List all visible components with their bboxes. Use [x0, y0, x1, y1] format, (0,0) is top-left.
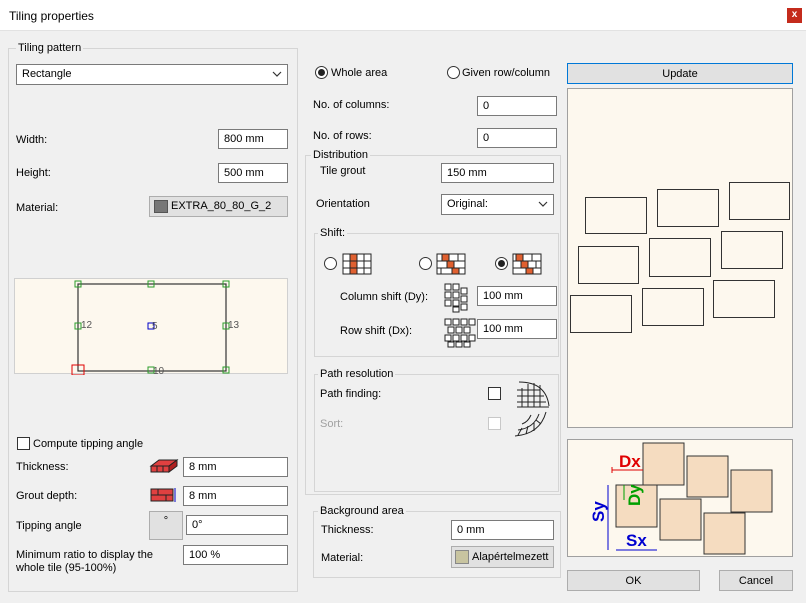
orientation-label: Orientation	[316, 198, 370, 210]
material-value: EXTRA_80_80_G_2	[171, 200, 272, 213]
tile-thickness-icon	[149, 459, 179, 473]
point-label-right: 13	[228, 320, 240, 331]
row-shift-label: Row shift (Dx):	[340, 325, 413, 337]
pattern-select-value: Rectangle	[22, 68, 72, 80]
material-swatch-icon	[154, 200, 168, 213]
thickness-label: Thickness:	[16, 461, 69, 473]
width-input[interactable]: 800 mm	[218, 129, 288, 149]
path-finding-checkbox[interactable]	[488, 387, 501, 400]
tile-grout-input[interactable]: 150 mm	[441, 163, 554, 183]
shift-label: Shift:	[318, 227, 348, 239]
preview-tile	[657, 189, 719, 227]
point-label-bottom: 10	[153, 366, 165, 375]
row-shift-icon	[444, 318, 476, 348]
preview-tile	[570, 295, 632, 333]
preview-tile	[578, 246, 639, 284]
dy-label: Dy	[625, 484, 644, 506]
rows-label: No. of rows:	[313, 130, 372, 142]
ok-button-label: OK	[625, 575, 642, 587]
dx-label: Dx	[619, 452, 641, 471]
grout-depth-icon	[150, 488, 176, 502]
shift-none-radio[interactable]	[324, 257, 337, 270]
update-button-label: Update	[662, 68, 698, 80]
orientation-select-value: Original:	[447, 198, 488, 210]
compute-tipping-checkbox[interactable]	[17, 437, 30, 450]
tile-grout-label: Tile grout	[320, 165, 366, 177]
tiling-pattern-label: Tiling pattern	[16, 42, 84, 54]
preview-tile	[729, 182, 790, 220]
material-button[interactable]: EXTRA_80_80_G_2	[149, 196, 288, 217]
grout-depth-label: Grout depth:	[16, 490, 78, 502]
sort-checkbox[interactable]	[488, 417, 501, 430]
point-label-center: 5	[152, 321, 158, 332]
background-material-value: Alapértelmezett	[472, 550, 549, 563]
background-thickness-input[interactable]: 0 mm	[451, 520, 554, 540]
preview-tile	[585, 197, 647, 234]
sy-label: Sy	[589, 501, 608, 522]
brick-grid-icon	[342, 253, 372, 275]
point-label-left: 12	[81, 320, 93, 331]
close-button[interactable]: x	[787, 8, 802, 23]
orientation-select[interactable]: Original:	[441, 194, 554, 215]
shift-column-radio[interactable]	[495, 257, 508, 270]
tiling-preview-panel	[567, 88, 793, 428]
tipping-angle-input[interactable]: 0°	[186, 515, 288, 535]
ok-button[interactable]: OK	[567, 570, 700, 591]
compute-tipping-label: Compute tipping angle	[33, 438, 144, 450]
background-area-label: Background area	[318, 505, 406, 517]
sort-arc-icon	[514, 411, 547, 437]
sx-label: Sx	[626, 531, 647, 550]
columns-input[interactable]: 0	[477, 96, 557, 116]
path-resolution-label: Path resolution	[318, 368, 396, 380]
chevron-down-icon	[272, 71, 282, 77]
chevron-down-icon	[538, 201, 548, 207]
height-input[interactable]: 500 mm	[218, 163, 288, 183]
columns-label: No. of columns:	[313, 99, 390, 111]
column-shift-icon	[444, 283, 468, 313]
preview-tile	[713, 280, 775, 318]
preview-tile	[649, 238, 711, 277]
update-button[interactable]: Update	[567, 63, 793, 84]
tile-shape-preview: 12 5 13 10	[14, 278, 288, 375]
min-ratio-label: Minimum ratio to display the whole tile …	[16, 549, 153, 574]
shift-row-radio[interactable]	[419, 257, 432, 270]
shift-diagram-panel: Dx Dy Sy Sx	[567, 439, 793, 557]
sort-label: Sort:	[320, 418, 344, 430]
height-label: Height:	[16, 167, 51, 179]
column-shift-input[interactable]: 100 mm	[477, 286, 557, 306]
thickness-input[interactable]: 8 mm	[183, 457, 288, 477]
window-title: Tiling properties	[9, 9, 94, 23]
cancel-button[interactable]: Cancel	[719, 570, 793, 591]
row-shift-input[interactable]: 100 mm	[477, 319, 557, 339]
tipping-angle-icon-glyph: °	[163, 515, 169, 527]
rows-input[interactable]: 0	[477, 128, 557, 148]
preview-tile	[721, 231, 783, 269]
given-row-column-label: Given row/column	[462, 67, 551, 79]
background-thickness-label: Thickness:	[321, 524, 374, 536]
brick-column-shift-icon	[512, 253, 542, 275]
given-row-column-radio[interactable]	[447, 66, 460, 79]
path-finding-label: Path finding:	[320, 388, 382, 400]
grout-depth-input[interactable]: 8 mm	[183, 486, 288, 506]
column-shift-label: Column shift (Dy):	[340, 291, 429, 303]
whole-area-label: Whole area	[331, 67, 388, 79]
background-material-label: Material:	[321, 552, 364, 564]
pattern-select[interactable]: Rectangle	[16, 64, 288, 85]
width-label: Width:	[16, 134, 48, 146]
tile-shape-drawing: 12 5 13 10	[71, 280, 240, 375]
background-material-button[interactable]: Alapértelmezett	[451, 546, 554, 568]
path-grid-icon	[517, 381, 550, 408]
material-label: Material:	[16, 202, 59, 214]
tipping-angle-label: Tipping angle	[16, 520, 82, 532]
shift-diagram: Dx Dy Sy Sx	[589, 442, 773, 555]
preview-tile	[642, 288, 704, 326]
brick-row-shift-icon	[436, 253, 466, 275]
title-bar: Tiling properties x	[0, 0, 806, 31]
tipping-angle-icon: °	[149, 511, 183, 540]
cancel-button-label: Cancel	[738, 575, 774, 587]
distribution-label: Distribution	[311, 149, 371, 161]
background-material-swatch-icon	[455, 550, 469, 564]
whole-area-radio[interactable]	[315, 66, 328, 79]
min-ratio-input[interactable]: 100 %	[183, 545, 288, 565]
